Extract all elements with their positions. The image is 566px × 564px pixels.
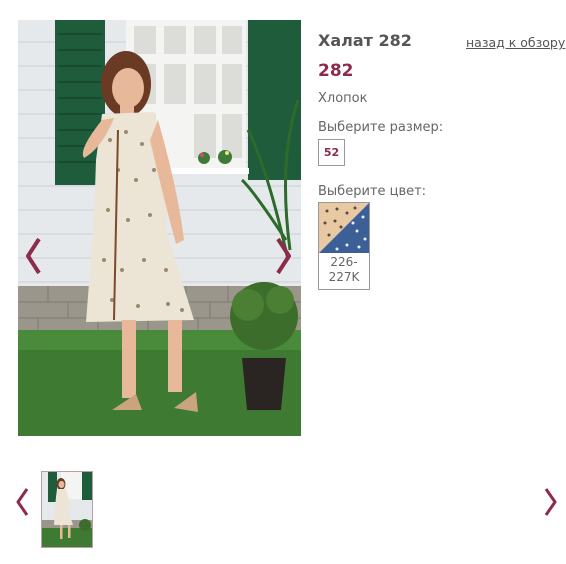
prev-thumbnail-arrow-icon[interactable] [14,486,30,518]
product-material: Хлопок [318,91,368,106]
product-price: 282 [318,61,354,81]
product-photo [18,20,301,436]
back-to-overview-link[interactable]: назад к обзору [466,35,565,50]
next-photo-arrow-icon[interactable] [274,236,294,276]
color-code: 226-227K [328,255,360,284]
next-thumbnail-arrow-icon[interactable] [543,486,559,518]
color-option[interactable]: 226-227K [318,202,370,290]
size-option[interactable]: 52 [318,139,345,166]
product-title: Халат 282 [318,31,412,50]
size-select-label: Выберите размер: [318,120,444,135]
color-select-label: Выберите цвет: [318,184,427,199]
prev-photo-arrow-icon[interactable] [23,236,43,276]
gallery-thumbnail[interactable] [41,471,93,548]
color-swatch [319,203,369,253]
